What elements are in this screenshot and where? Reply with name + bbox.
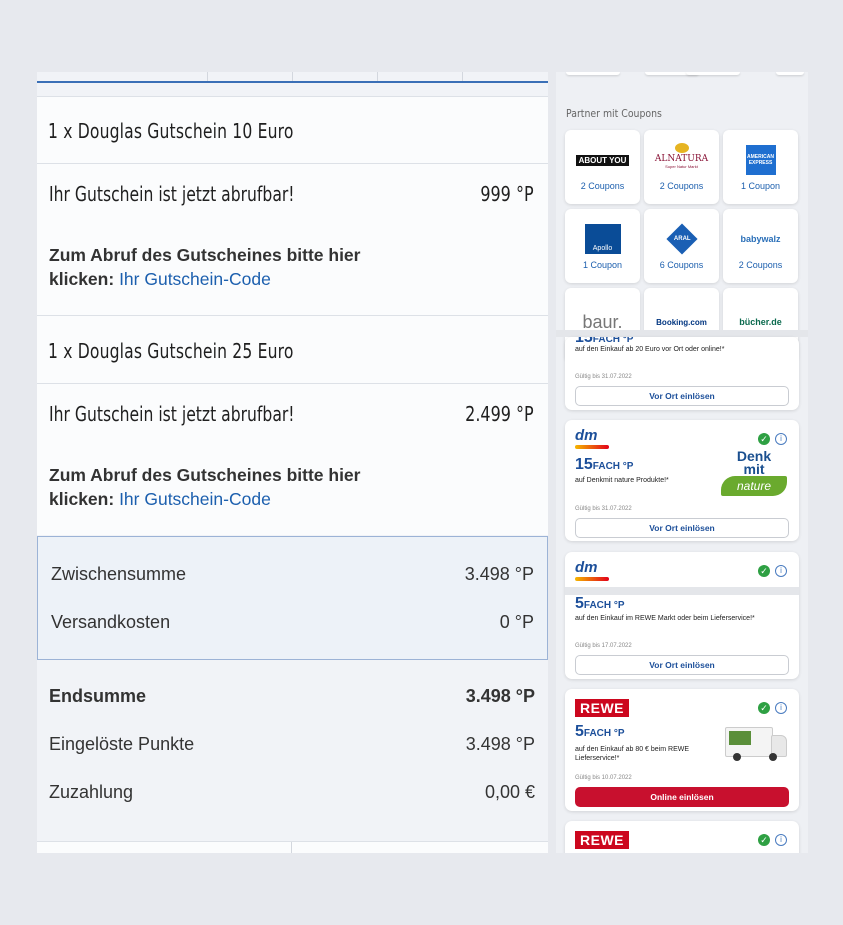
info-icon[interactable]: i bbox=[775, 834, 787, 846]
check-icon: ✓ bbox=[758, 565, 770, 577]
voucher-status: Ihr Gutschein ist jetzt abrufbar! bbox=[49, 402, 295, 426]
amex-logo: AMERICAN EXPRESS bbox=[723, 144, 798, 176]
info-icon[interactable]: i bbox=[775, 433, 787, 445]
shipping-row: Versandkosten 0 °P bbox=[51, 612, 534, 633]
coupon-count: 2 Coupons bbox=[580, 181, 625, 191]
redeemed-row: Eingelöste Punkte 3.498 °P bbox=[49, 734, 535, 755]
coupon-description: auf Denkmit nature Produkte!* bbox=[575, 477, 669, 484]
info-icon[interactable]: i bbox=[775, 702, 787, 714]
check-icon: ✓ bbox=[758, 702, 770, 714]
coupon-count: 6 Coupons bbox=[659, 260, 704, 270]
coupon-card: REWE ✓ i bbox=[565, 821, 799, 853]
denkmit-nature-logo: Denk mit nature bbox=[721, 449, 787, 498]
redeem-in-store-button[interactable]: Vor Ort einlösen bbox=[575, 386, 789, 406]
coupons-panel: Partner mit Coupons ABOUT YOU 2 Coupons … bbox=[556, 72, 808, 853]
item-points: 999 °P bbox=[480, 182, 534, 206]
coupon-description: auf den Einkauf ab 20 Euro vor Ort oder … bbox=[575, 346, 725, 353]
apollo-logo: Apollo bbox=[565, 223, 640, 255]
order-item-body: Ihr Gutschein ist jetzt abrufbar! 2.499 … bbox=[37, 384, 548, 535]
coupon-description: auf den Einkauf ab 80 € beim REWE Liefer… bbox=[575, 746, 690, 762]
subtotal-box: Zwischensumme 3.498 °P Versandkosten 0 °… bbox=[37, 536, 548, 660]
redeemed-value: 3.498 °P bbox=[465, 734, 535, 754]
voucher-instruction: Zum Abruf des Gutscheines bitte hier kli… bbox=[49, 245, 361, 289]
copay-row: Zuzahlung 0,00 € bbox=[49, 782, 535, 803]
voucher-code-link[interactable]: Ihr Gutschein-Code bbox=[119, 269, 271, 289]
order-item-header: 1 x Douglas Gutschein 10 Euro bbox=[37, 97, 548, 163]
total-label: Endsumme bbox=[49, 686, 147, 706]
partners-title: Partner mit Coupons bbox=[566, 107, 662, 120]
coupon-description: auf den Einkauf im REWE Markt oder beim … bbox=[575, 615, 755, 622]
check-icon: ✓ bbox=[758, 433, 770, 445]
coupon-validity: Gültig bis 10.07.2022 bbox=[575, 775, 632, 781]
coupon-count: 1 Coupon bbox=[582, 260, 623, 270]
top-tab-strip bbox=[37, 72, 548, 83]
voucher-status: Ihr Gutschein ist jetzt abrufbar! bbox=[49, 182, 295, 206]
coupon-count: 2 Coupons bbox=[659, 181, 704, 191]
order-summary-panel: 1 x Douglas Gutschein 10 Euro Ihr Gutsch… bbox=[37, 72, 548, 853]
coupon-validity: Gültig bis 31.07.2022 bbox=[575, 374, 632, 380]
babywalz-logo: babywalz bbox=[740, 234, 781, 244]
dm-logo: dm bbox=[575, 427, 598, 444]
item-points: 2.499 °P bbox=[465, 402, 534, 426]
voucher-instruction: Zum Abruf des Gutscheines bitte hier kli… bbox=[49, 465, 361, 509]
aboutyou-logo: ABOUT YOU bbox=[565, 144, 640, 176]
shipping-value: 0 °P bbox=[499, 612, 534, 632]
shipping-label: Versandkosten bbox=[51, 612, 171, 632]
subtotal-label: Zwischensumme bbox=[51, 564, 187, 584]
partner-tile-alnatura[interactable]: ALNATURA Super Natur Markt 2 Coupons bbox=[644, 130, 719, 204]
dm-logo: dm bbox=[575, 559, 598, 576]
coupon-card: dm ✓ i 5FACH °P auf den Einkauf im REWE … bbox=[565, 552, 799, 679]
partner-tile-aral[interactable]: ARAL 6 Coupons bbox=[644, 209, 719, 283]
redeem-online-button[interactable]: Online einlösen bbox=[575, 787, 789, 807]
order-item-header: 1 x Douglas Gutschein 25 Euro bbox=[37, 316, 548, 383]
check-icon: ✓ bbox=[758, 834, 770, 846]
redeem-in-store-button[interactable]: Vor Ort einlösen bbox=[575, 518, 789, 538]
bottom-tab-strip bbox=[37, 841, 548, 853]
coupon-validity: Gültig bis 31.07.2022 bbox=[575, 506, 632, 512]
total-value: 3.498 °P bbox=[465, 686, 535, 706]
partner-tile-amex[interactable]: AMERICAN EXPRESS 1 Coupon bbox=[723, 130, 798, 204]
rewe-logo: REWE bbox=[575, 831, 629, 849]
coupon-card: REWE ✓ i 5FACH °P auf den Einkauf ab 80 … bbox=[565, 689, 799, 811]
copay-value: 0,00 € bbox=[484, 782, 535, 802]
partner-tile-aboutyou[interactable]: ABOUT YOU 2 Coupons bbox=[565, 130, 640, 204]
coupon-card: 15FACH °P auf den Einkauf ab 20 Euro vor… bbox=[565, 337, 799, 410]
info-icon[interactable]: i bbox=[775, 565, 787, 577]
coupon-count: 2 Coupons bbox=[738, 260, 783, 270]
subtotal-value: 3.498 °P bbox=[464, 564, 534, 584]
alnatura-logo: ALNATURA Super Natur Markt bbox=[644, 140, 719, 172]
order-item-body: Ihr Gutschein ist jetzt abrufbar! 999 °P… bbox=[37, 164, 548, 315]
subtotal-row: Zwischensumme 3.498 °P bbox=[51, 564, 534, 585]
totals-section: Endsumme 3.498 °P Eingelöste Punkte 3.49… bbox=[37, 660, 548, 830]
total-row: Endsumme 3.498 °P bbox=[49, 686, 535, 707]
copay-label: Zuzahlung bbox=[49, 782, 134, 802]
order-item-title: 1 x Douglas Gutschein 25 Euro bbox=[48, 339, 294, 363]
rewe-logo: REWE bbox=[575, 699, 629, 717]
partner-tile-apollo[interactable]: Apollo 1 Coupon bbox=[565, 209, 640, 283]
voucher-code-link[interactable]: Ihr Gutschein-Code bbox=[119, 489, 271, 509]
redeemed-label: Eingelöste Punkte bbox=[49, 734, 195, 754]
redeem-in-store-button[interactable]: Vor Ort einlösen bbox=[575, 655, 789, 675]
coupon-card: dm ✓ i 15FACH °P auf Denkmit nature Prod… bbox=[565, 420, 799, 541]
coupon-validity: Gültig bis 17.07.2022 bbox=[575, 643, 632, 649]
coupon-count: 1 Coupon bbox=[740, 181, 781, 191]
delivery-van-icon bbox=[725, 725, 787, 763]
aral-logo: ARAL bbox=[644, 223, 719, 255]
partner-tile-babywalz[interactable]: babywalz 2 Coupons bbox=[723, 209, 798, 283]
order-item-title: 1 x Douglas Gutschein 10 Euro bbox=[48, 119, 294, 143]
